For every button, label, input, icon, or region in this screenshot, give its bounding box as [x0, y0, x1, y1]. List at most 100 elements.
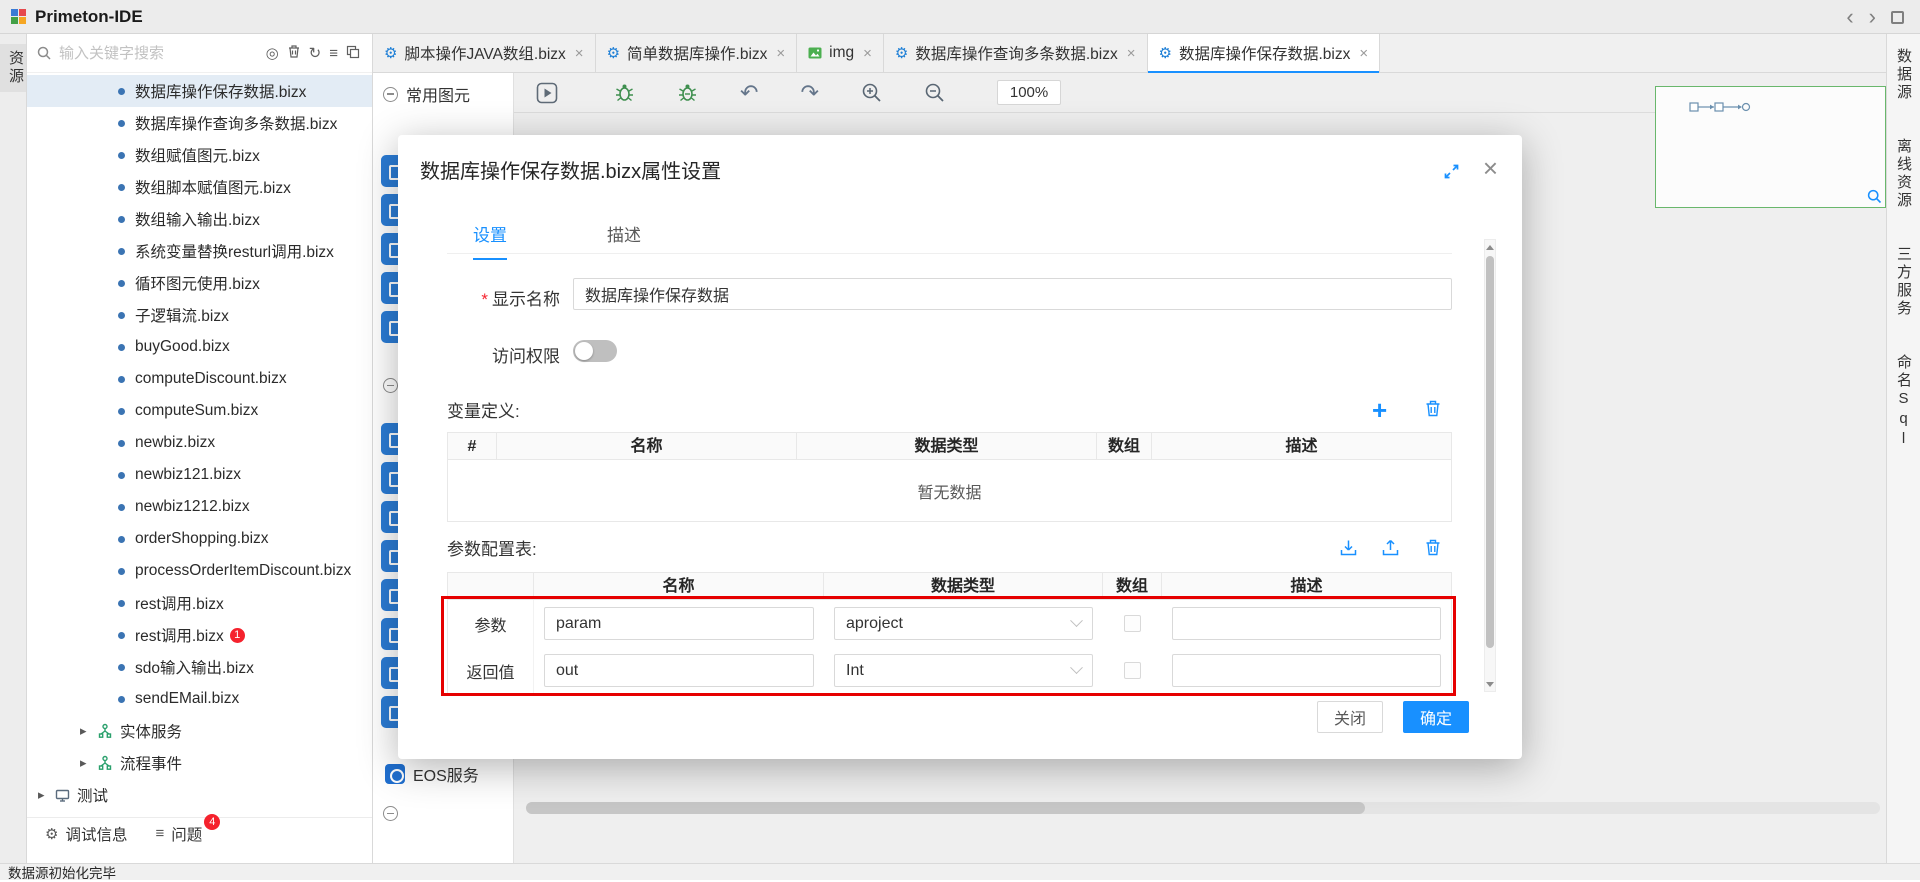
tree-item[interactable]: 数组输入输出.bizx [27, 203, 372, 235]
delete-variable-button[interactable] [1424, 399, 1442, 418]
close-icon[interactable]: × [1359, 46, 1368, 61]
palette-section-common[interactable]: 常用图元 [383, 82, 470, 106]
bizx-icon: ⚙ [384, 46, 397, 61]
problems-button[interactable]: ≡ 问题 4 [155, 823, 202, 845]
tree-group-test[interactable]: ▸ 测试 [27, 779, 372, 811]
nav-back-button[interactable]: ‹ [1846, 6, 1853, 28]
tree-item[interactable]: orderShopping.bizx [27, 523, 372, 555]
tab-settings[interactable]: 设置 [473, 221, 507, 260]
debug-all-button[interactable] [677, 82, 698, 103]
tree-item[interactable]: sendEMail.bizx [27, 683, 372, 715]
search-input[interactable] [59, 45, 258, 62]
tree-item[interactable]: newbiz.bizx [27, 427, 372, 459]
param-description-input[interactable] [1172, 607, 1441, 640]
tab-db-save-data[interactable]: ⚙ 数据库操作保存数据.bizx × [1148, 34, 1381, 72]
eos-service-icon [385, 764, 405, 784]
tree-item[interactable]: 子逻辑流.bizx [27, 299, 372, 331]
problems-list-icon: ≡ [155, 825, 164, 842]
tree-item[interactable]: 数据库操作保存数据.bizx [27, 75, 372, 107]
rail-tab-named-sql[interactable]: 命名Sql [1893, 354, 1914, 450]
locate-icon[interactable]: ◎ [266, 46, 279, 61]
debug-button[interactable] [614, 82, 635, 103]
tree-item[interactable]: computeSum.bizx [27, 395, 372, 427]
tree-item[interactable]: newbiz1212.bizx [27, 491, 372, 523]
tree-item[interactable]: rest调用.bizx [27, 587, 372, 619]
close-icon[interactable]: × [776, 46, 785, 61]
scroll-up-arrow[interactable] [1485, 240, 1495, 254]
add-variable-button[interactable]: + [1372, 397, 1387, 423]
scrollbar-thumb[interactable] [526, 802, 1365, 814]
restore-window-button[interactable] [1891, 11, 1904, 24]
array-checkbox[interactable] [1124, 662, 1141, 679]
collapse-icon[interactable] [383, 378, 398, 393]
copy-icon[interactable] [346, 45, 360, 62]
close-dialog-button[interactable]: 关闭 [1317, 701, 1383, 733]
collapse-icon[interactable] [383, 87, 398, 102]
tree-item[interactable]: processOrderItemDiscount.bizx [27, 555, 372, 587]
tree-item[interactable]: buyGood.bizx [27, 331, 372, 363]
rail-tab-offline-resources[interactable]: 离线资源 [1893, 138, 1914, 210]
tree-item[interactable]: 数组赋值图元.bizx [27, 139, 372, 171]
return-description-input[interactable] [1172, 654, 1441, 687]
ok-button[interactable]: 确定 [1403, 701, 1469, 733]
array-checkbox[interactable] [1124, 615, 1141, 632]
tree-group-entity-service[interactable]: ▸ 实体服务 [27, 715, 372, 747]
debug-info-button[interactable]: 调试信息 [65, 823, 127, 845]
close-icon[interactable]: × [575, 46, 584, 61]
trash-icon[interactable] [287, 44, 301, 62]
param-name-input[interactable] [544, 607, 814, 640]
tree-item[interactable]: 数据库操作查询多条数据.bizx [27, 107, 372, 139]
tree-item[interactable]: sdo输入输出.bizx [27, 651, 372, 683]
tree-item[interactable]: 数组脚本赋值图元.bizx [27, 171, 372, 203]
tab-db-query-multi[interactable]: ⚙ 数据库操作查询多条数据.bizx × [884, 34, 1148, 72]
scroll-down-arrow[interactable] [1485, 677, 1495, 691]
tree-item[interactable]: 系统变量替换resturl调用.bizx [27, 235, 372, 267]
modal-scrollbar[interactable] [1484, 239, 1496, 692]
zoom-level[interactable]: 100% [997, 80, 1061, 105]
import-params-button[interactable] [1339, 538, 1358, 557]
scrollbar-thumb[interactable] [1486, 256, 1494, 648]
run-button[interactable] [536, 82, 558, 104]
tab-img[interactable]: img × [797, 34, 884, 72]
expand-icon[interactable] [1443, 163, 1460, 180]
left-rail: 资源 [0, 34, 27, 863]
display-name-input[interactable] [573, 278, 1452, 310]
collapse-icon[interactable] [383, 806, 398, 821]
tree-item[interactable]: computeDiscount.bizx [27, 363, 372, 395]
redo-button[interactable]: ↷ [800, 82, 818, 104]
chevron-down-icon [1070, 661, 1083, 674]
variables-table: # 名称 数据类型 数组 描述 暂无数据 [447, 432, 1452, 522]
tree-item[interactable]: rest调用.bizx1 [27, 619, 372, 651]
tree-item[interactable]: 循环图元使用.bizx [27, 267, 372, 299]
right-rail: 数据源 离线资源 三方服务 命名Sql [1886, 34, 1920, 863]
export-params-button[interactable] [1381, 538, 1400, 557]
return-type-select[interactable]: Int [834, 654, 1093, 687]
palette-section-eos[interactable]: EOS服务 [385, 762, 479, 786]
rail-tab-datasource[interactable]: 数据源 [1893, 48, 1914, 102]
canvas-h-scrollbar[interactable] [526, 802, 1880, 814]
dialog-close-icon[interactable]: × [1483, 155, 1498, 181]
nav-forward-button[interactable]: › [1869, 6, 1876, 28]
tab-description[interactable]: 描述 [607, 221, 641, 260]
debug-icon: ⚙ [45, 825, 58, 843]
palette-section-collapse[interactable] [383, 806, 398, 821]
param-type-select[interactable]: aproject [834, 607, 1093, 640]
tab-simple-db-op[interactable]: ⚙ 简单数据库操作.bizx × [596, 34, 798, 72]
access-label: 访问权限 [398, 342, 560, 367]
undo-button[interactable]: ↶ [740, 82, 758, 104]
zoom-in-button[interactable] [861, 82, 882, 103]
refresh-icon[interactable]: ↻ [309, 46, 322, 61]
zoom-out-button[interactable] [924, 82, 945, 103]
rail-tab-resources[interactable]: 资源 [0, 44, 26, 92]
palette-section-collapse[interactable] [383, 378, 398, 393]
close-icon[interactable]: × [1127, 46, 1136, 61]
delete-params-button[interactable] [1424, 538, 1442, 557]
tree-item[interactable]: newbiz121.bizx [27, 459, 372, 491]
tab-script-java-array[interactable]: ⚙ 脚本操作JAVA数组.bizx × [373, 34, 596, 72]
access-toggle[interactable] [573, 340, 617, 362]
minimap-zoom-icon[interactable] [1867, 189, 1882, 204]
close-icon[interactable]: × [863, 46, 872, 61]
list-icon[interactable]: ≡ [329, 46, 338, 61]
tree-group-process-events[interactable]: ▸ 流程事件 [27, 747, 372, 779]
return-name-input[interactable] [544, 654, 814, 687]
